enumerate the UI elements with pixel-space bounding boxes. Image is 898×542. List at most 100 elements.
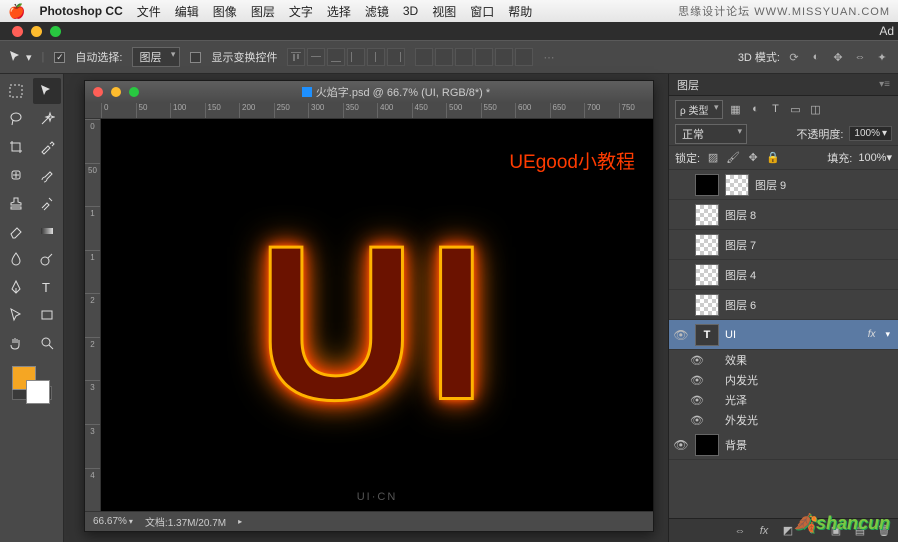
- brush-tool-icon[interactable]: [33, 162, 62, 188]
- blend-mode-dropdown[interactable]: 正常: [675, 124, 747, 144]
- layer-thumb[interactable]: [695, 174, 719, 196]
- filter-adjust-icon[interactable]: ◐: [747, 101, 763, 117]
- slide-icon[interactable]: ⇔: [852, 49, 868, 65]
- layer-row[interactable]: 图层 7: [669, 230, 898, 260]
- align-bottom-icon[interactable]: [327, 48, 345, 66]
- zoom-value[interactable]: 66.67%: [93, 516, 127, 527]
- move-tool-icon[interactable]: [33, 78, 62, 104]
- lock-all-icon[interactable]: 🔒: [766, 151, 780, 165]
- layer-row[interactable]: 图层 6: [669, 290, 898, 320]
- crop-tool-icon[interactable]: [2, 134, 31, 160]
- auto-select-dropdown[interactable]: 图层: [132, 47, 180, 67]
- align-left-icon[interactable]: [347, 48, 365, 66]
- align-top-icon[interactable]: [287, 48, 305, 66]
- zoom-tool-icon[interactable]: [33, 330, 62, 356]
- eraser-tool-icon[interactable]: [2, 218, 31, 244]
- rectangle-tool-icon[interactable]: [33, 302, 62, 328]
- filter-shape-icon[interactable]: ▭: [787, 101, 803, 117]
- doc-minimize-icon[interactable]: [111, 87, 121, 97]
- layer-fx-icon[interactable]: fx: [756, 523, 772, 539]
- lock-pixels-icon[interactable]: 🖌: [726, 151, 740, 165]
- distribute-2-icon[interactable]: [435, 48, 453, 66]
- fx-header[interactable]: 👁效果: [669, 350, 898, 370]
- layer-name[interactable]: 图层 6: [725, 297, 756, 313]
- fx-badge[interactable]: fx: [868, 329, 880, 340]
- filter-type-icon[interactable]: T: [767, 101, 783, 117]
- layer-name[interactable]: 图层 4: [725, 267, 756, 283]
- lasso-tool-icon[interactable]: [2, 106, 31, 132]
- menu-image[interactable]: 图像: [213, 3, 237, 20]
- visibility-icon[interactable]: 👁: [689, 354, 705, 367]
- layer-thumb[interactable]: [695, 204, 719, 226]
- zoom-dropdown-icon[interactable]: ▾: [129, 517, 133, 526]
- distribute-4-icon[interactable]: [475, 48, 493, 66]
- stamp-tool-icon[interactable]: [2, 190, 31, 216]
- visibility-icon[interactable]: 👁: [673, 438, 689, 452]
- layers-tab[interactable]: 图层 ▾≡: [669, 74, 898, 96]
- panel-menu-icon[interactable]: ▾≡: [879, 79, 890, 90]
- filter-type-dropdown[interactable]: ρ 类型: [675, 100, 723, 119]
- menu-layer[interactable]: 图层: [251, 3, 275, 20]
- menu-window[interactable]: 窗口: [470, 3, 494, 20]
- path-select-tool-icon[interactable]: [2, 302, 31, 328]
- minimize-icon[interactable]: [31, 26, 42, 37]
- filter-smart-icon[interactable]: ◫: [807, 101, 823, 117]
- gradient-tool-icon[interactable]: [33, 218, 62, 244]
- marquee-tool-icon[interactable]: [2, 78, 31, 104]
- distribute-1-icon[interactable]: [415, 48, 433, 66]
- color-swatches[interactable]: [2, 362, 61, 406]
- layer-row[interactable]: 图层 9: [669, 170, 898, 200]
- mask-thumb[interactable]: [725, 174, 749, 196]
- type-layer-thumb[interactable]: T: [695, 324, 719, 346]
- align-right-icon[interactable]: [387, 48, 405, 66]
- doc-zoom-icon[interactable]: [129, 87, 139, 97]
- menu-edit[interactable]: 编辑: [175, 3, 199, 20]
- status-dropdown-icon[interactable]: ▸: [238, 517, 242, 526]
- auto-select-checkbox[interactable]: ✓: [54, 52, 65, 63]
- align-vcenter-icon[interactable]: [307, 48, 325, 66]
- layer-row[interactable]: 图层 4: [669, 260, 898, 290]
- eyedropper-tool-icon[interactable]: [33, 134, 62, 160]
- menu-type[interactable]: 文字: [289, 3, 313, 20]
- canvas[interactable]: UEgood小教程 UI UI·CN: [101, 119, 653, 511]
- zoom-icon[interactable]: [50, 26, 61, 37]
- roll-icon[interactable]: ◐: [808, 49, 824, 65]
- document-titlebar[interactable]: 火焰字.psd @ 66.7% (UI, RGB/8*) *: [85, 81, 653, 103]
- link-layers-icon[interactable]: ⇔: [732, 523, 748, 539]
- fill-field[interactable]: 100%▾: [858, 151, 892, 164]
- layer-name[interactable]: 图层 7: [725, 237, 756, 253]
- menu-3d[interactable]: 3D: [403, 4, 418, 18]
- doc-close-icon[interactable]: [93, 87, 103, 97]
- menu-filter[interactable]: 滤镜: [365, 3, 389, 20]
- layer-name[interactable]: 图层 9: [755, 177, 786, 193]
- layer-row[interactable]: 图层 8: [669, 200, 898, 230]
- opacity-field[interactable]: 100%▾: [849, 126, 892, 141]
- menu-file[interactable]: 文件: [137, 3, 161, 20]
- layer-thumb[interactable]: [695, 264, 719, 286]
- menu-view[interactable]: 视图: [432, 3, 456, 20]
- fx-toggle-icon[interactable]: ▾: [885, 329, 894, 340]
- layer-row-selected[interactable]: 👁TUIfx▾: [669, 320, 898, 350]
- move-tool-indicator-icon[interactable]: ▾: [8, 49, 32, 65]
- ruler-vertical[interactable]: 0 50 1 1 2 2 3 3 4: [85, 119, 101, 511]
- ruler-horizontal[interactable]: 0 50 100 150 200 250 300 350 400 450 500…: [85, 103, 653, 119]
- fx-inner-glow[interactable]: 👁内发光: [669, 370, 898, 390]
- lock-transparency-icon[interactable]: ▨: [706, 151, 720, 165]
- background-swatch[interactable]: [26, 380, 50, 404]
- fx-satin[interactable]: 👁光泽: [669, 390, 898, 410]
- close-icon[interactable]: [12, 26, 23, 37]
- orbit-icon[interactable]: ⟳: [786, 49, 802, 65]
- blur-tool-icon[interactable]: [2, 246, 31, 272]
- menubar-app[interactable]: Photoshop CC: [39, 4, 122, 18]
- align-hcenter-icon[interactable]: [367, 48, 385, 66]
- lock-position-icon[interactable]: ✥: [746, 151, 760, 165]
- fx-outer-glow[interactable]: 👁外发光: [669, 410, 898, 430]
- more-icon[interactable]: ⋯: [543, 51, 556, 64]
- filter-pixel-icon[interactable]: ▦: [727, 101, 743, 117]
- layer-row[interactable]: 👁 背景: [669, 430, 898, 460]
- layer-name[interactable]: 背景: [725, 437, 747, 453]
- layer-thumb[interactable]: [695, 294, 719, 316]
- menu-help[interactable]: 帮助: [508, 3, 532, 20]
- distribute-5-icon[interactable]: [495, 48, 513, 66]
- visibility-icon[interactable]: 👁: [689, 414, 705, 427]
